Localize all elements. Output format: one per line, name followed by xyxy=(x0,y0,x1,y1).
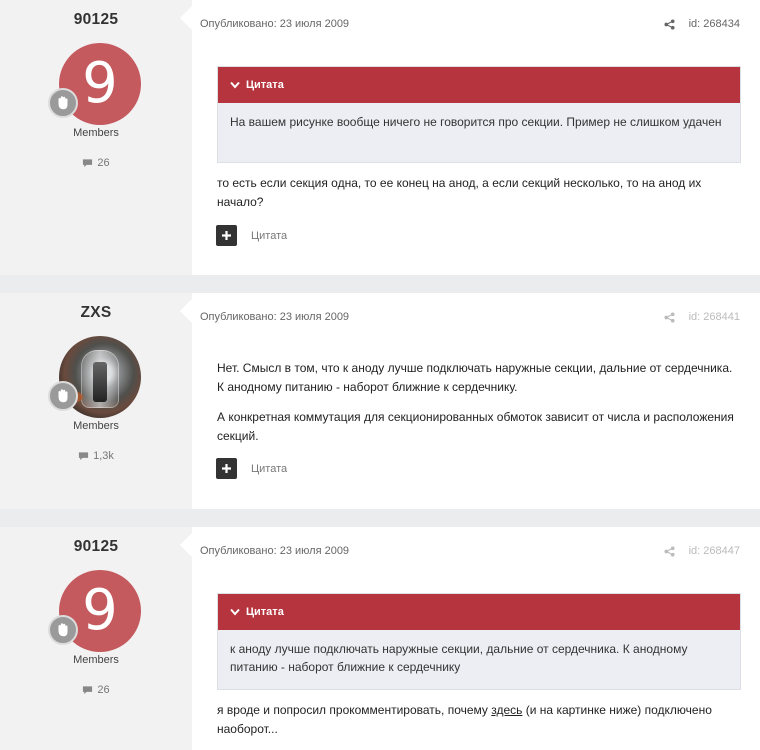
post-count: 26 xyxy=(0,684,192,696)
hand-badge-icon xyxy=(48,615,78,645)
post-count-value: 26 xyxy=(97,157,110,169)
quote-label: Цитата xyxy=(246,606,284,618)
share-icon[interactable] xyxy=(664,311,675,323)
inline-link-here[interactable]: здесь xyxy=(491,703,522,717)
publish-date: Опубликовано: 23 июля 2009 xyxy=(200,545,350,557)
post-content: Опубликовано: 23 июля 2009 id: 268434 Ци… xyxy=(180,0,760,275)
hand-badge-icon xyxy=(48,381,78,411)
publish-date: Опубликовано: 23 июля 2009 xyxy=(200,311,350,323)
multiquote-button[interactable] xyxy=(216,458,237,479)
post-268441: ZXS Members 1,3k Опубликовано: 23 июля 2… xyxy=(0,293,760,509)
comment-icon xyxy=(79,452,89,461)
author-name[interactable]: 90125 xyxy=(0,538,192,556)
post-content: Опубликовано: 23 июля 2009 id: 268447 Ци… xyxy=(180,527,760,750)
post-actions: Цитата xyxy=(216,458,287,479)
post-meta-right: id: 268447 xyxy=(664,545,740,557)
chevron-down-icon xyxy=(230,608,240,616)
author-panel: 90125 9 Members 26 xyxy=(0,0,192,275)
comment-icon xyxy=(83,686,93,695)
quote-button[interactable]: Цитата xyxy=(251,463,287,475)
speech-arrow xyxy=(180,533,192,557)
share-icon[interactable] xyxy=(664,545,675,557)
post-count: 26 xyxy=(0,157,192,169)
quote-header[interactable]: Цитата xyxy=(218,67,740,103)
post-content: Опубликовано: 23 июля 2009 id: 268441 Не… xyxy=(180,293,760,509)
speech-arrow xyxy=(180,299,192,323)
quote-text: к аноду лучше подключать наружные секции… xyxy=(230,642,688,674)
user-group: Members xyxy=(73,654,119,666)
comment-icon xyxy=(83,159,93,168)
user-group: Members xyxy=(73,127,119,139)
quote-block: Цитата На вашем рисунке вообще ничего не… xyxy=(217,66,741,163)
speech-arrow xyxy=(180,6,192,30)
post-id[interactable]: id: 268441 xyxy=(689,311,740,323)
publish-date: Опубликовано: 23 июля 2009 xyxy=(200,18,350,30)
plus-icon xyxy=(222,231,231,240)
post-text: я вроде и попросил прокомментировать, по… xyxy=(217,701,737,739)
quote-header[interactable]: Цитата xyxy=(218,594,740,630)
post-268447: 90125 9 Members 26 Опубликовано: 23 июля… xyxy=(0,527,760,750)
post-meta-right: id: 268441 xyxy=(664,311,740,323)
author-name[interactable]: 90125 xyxy=(0,11,192,29)
post-text: А конкретная коммутация для секционирова… xyxy=(217,410,734,443)
quote-label: Цитата xyxy=(246,79,284,91)
post-268434: 90125 9 Members 26 Опубликовано: 23 июля… xyxy=(0,0,760,275)
quote-block: Цитата к аноду лучше подключать наружные… xyxy=(217,593,741,690)
post-count: 1,3k xyxy=(0,450,192,462)
post-text: то есть если секция одна, то ее конец на… xyxy=(217,176,702,209)
post-text-before: я вроде и попросил прокомментировать, по… xyxy=(217,703,492,717)
quote-button[interactable]: Цитата xyxy=(251,230,287,242)
quote-text: На вашем рисунке вообще ничего не говори… xyxy=(230,115,722,129)
post-meta-right: id: 268434 xyxy=(664,18,740,30)
post-text: Нет. Смысл в том, что к аноду лучше подк… xyxy=(217,361,733,394)
author-name[interactable]: ZXS xyxy=(0,304,192,322)
post-count-value: 1,3k xyxy=(93,450,114,462)
post-count-value: 26 xyxy=(97,684,110,696)
hand-badge-icon xyxy=(48,88,78,118)
post-actions: Цитата xyxy=(216,225,287,246)
chevron-down-icon xyxy=(230,81,240,89)
plus-icon xyxy=(222,464,231,473)
post-id[interactable]: id: 268434 xyxy=(689,18,740,30)
avatar-tube-core xyxy=(93,362,107,402)
multiquote-button[interactable] xyxy=(216,225,237,246)
share-icon[interactable] xyxy=(664,18,675,30)
post-id[interactable]: id: 268447 xyxy=(689,545,740,557)
author-panel: ZXS Members 1,3k xyxy=(0,293,192,509)
author-panel: 90125 9 Members 26 xyxy=(0,527,192,750)
user-group: Members xyxy=(73,420,119,432)
